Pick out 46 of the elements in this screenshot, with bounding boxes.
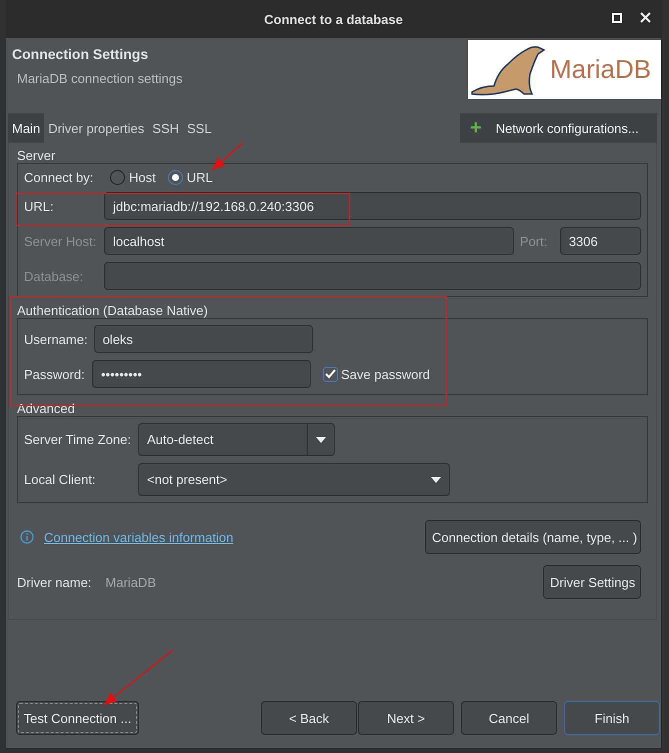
password-field[interactable]: ••••••••• xyxy=(92,360,311,388)
field-label: URL: xyxy=(24,198,55,214)
input-field[interactable]: jdbc:mariadb://192.168.0.240:3306 xyxy=(104,192,641,220)
radio-button[interactable]: URL xyxy=(168,170,213,185)
info-icon xyxy=(20,530,34,544)
field-label: Username: xyxy=(24,332,88,346)
field-label: Connect by: xyxy=(24,170,94,185)
dialog-button[interactable]: Cancel xyxy=(461,701,557,735)
field-label: Port: xyxy=(520,234,548,248)
field-label: Password: xyxy=(24,366,86,382)
window-title: Connect to a database xyxy=(264,12,403,26)
network-configurations-button[interactable]: + Network configurations... xyxy=(460,113,657,143)
close-icon[interactable] xyxy=(640,12,651,23)
test-connection-button[interactable]: Test Connection ... xyxy=(16,701,139,735)
checkmark-icon xyxy=(325,369,336,379)
tab[interactable]: Driver properties xyxy=(44,113,148,143)
field-label: Local Client: xyxy=(24,472,97,487)
logo-text: MariaDB xyxy=(550,54,652,85)
field-label: Database: xyxy=(24,268,84,284)
input-field[interactable] xyxy=(104,262,641,290)
dialog-button[interactable]: Next > xyxy=(358,701,454,735)
section-title: Connection Settings xyxy=(12,46,150,62)
group-label: Authentication (Database Native) xyxy=(17,304,209,318)
input-field[interactable]: oleks xyxy=(94,325,313,353)
dropdown[interactable]: Auto-detect xyxy=(138,423,335,456)
field-label: Driver name: xyxy=(17,574,92,590)
dialog-button[interactable]: < Back xyxy=(261,701,357,735)
dialog-button[interactable]: Finish xyxy=(564,701,660,735)
group-label: Server xyxy=(17,149,56,163)
dropdown-value: Auto-detect xyxy=(147,432,214,447)
field-label: Server Time Zone: xyxy=(24,432,132,447)
save-password-checkbox[interactable]: Save password xyxy=(323,366,430,382)
field-label: Server Host: xyxy=(24,234,98,248)
tab[interactable]: SSH xyxy=(148,113,184,143)
caret-icon xyxy=(316,436,326,442)
driver-settings-button[interactable]: Driver Settings xyxy=(543,565,641,599)
maximize-icon[interactable] xyxy=(612,12,622,22)
driver-name: MariaDB xyxy=(105,574,156,590)
caret-icon xyxy=(431,476,441,482)
section-subtitle: MariaDB connection settings xyxy=(16,71,182,86)
tab[interactable]: Main xyxy=(8,113,44,143)
dropdown[interactable]: <not present> xyxy=(138,463,450,496)
radio-button[interactable]: Host xyxy=(110,170,156,185)
dropdown-value: <not present> xyxy=(147,472,228,487)
connection-details-button[interactable]: Connection details (name, type, ... ) xyxy=(425,520,641,554)
tab[interactable]: SSL xyxy=(183,113,216,143)
